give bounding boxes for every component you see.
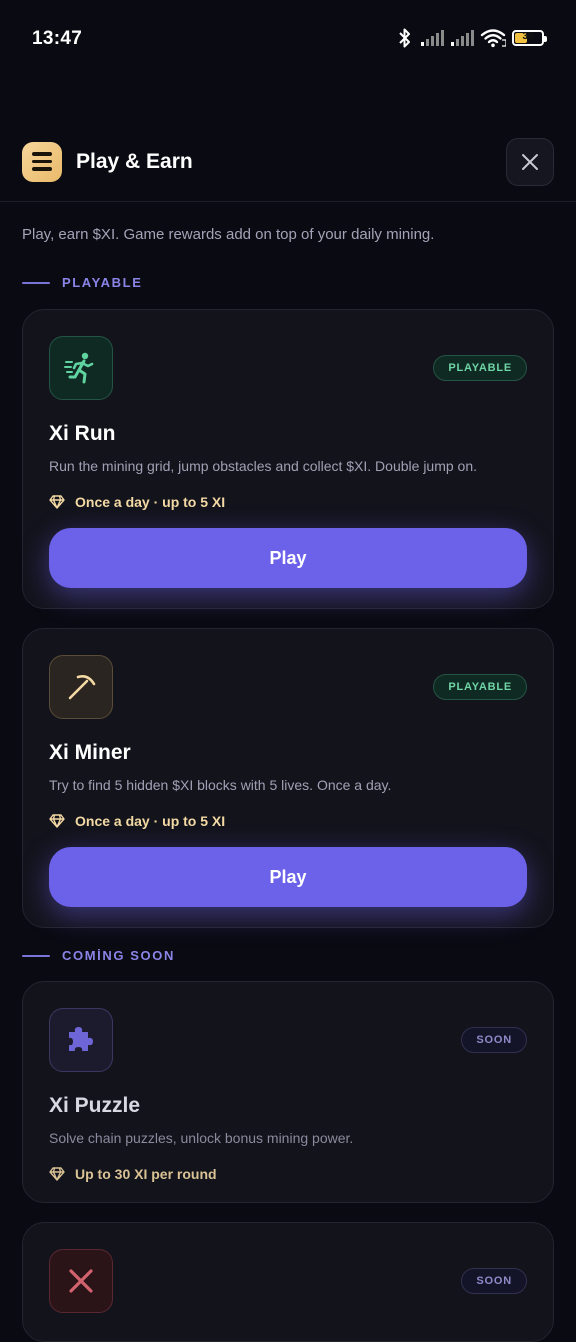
wifi-icon [480,29,506,48]
reward-text: Up to 30 XI per round [75,1166,217,1182]
puzzle-icon [49,1008,113,1072]
battery-icon: 39 [512,30,547,46]
running-person-icon [49,336,113,400]
close-button[interactable] [506,137,554,186]
status-time: 13:47 [32,28,83,49]
intro-text: Play, earn $XI. Game rewards add on top … [22,226,435,243]
battery-level: 39 [522,31,534,42]
play-button[interactable]: Play [49,528,527,588]
status-bar: 13:47 39 [0,0,576,76]
game-card-partial: SOON [22,1222,554,1342]
game-card-xi-miner: PLAYABLE Xi Miner Try to find 5 hidden $… [22,628,554,928]
reward-text: Once a day · up to 5 XI [75,494,226,510]
section-coming-soon: COMİNG SOON [22,948,175,963]
game-card-xi-puzzle: SOON Xi Puzzle Solve chain puzzles, unlo… [22,981,554,1203]
crossed-swords-icon [49,1249,113,1313]
game-reward: Once a day · up to 5 XI [49,813,527,829]
game-title: Xi Puzzle [49,1094,141,1117]
status-badge: SOON [461,1027,527,1053]
section-label: COMİNG SOON [62,948,175,963]
close-icon [522,153,538,170]
game-reward: Up to 30 XI per round [49,1166,527,1182]
diamond-icon [49,495,65,509]
section-label: PLAYABLE [62,275,143,290]
bluetooth-icon [399,28,410,48]
status-badge: PLAYABLE [433,355,527,381]
status-badge: SOON [461,1268,527,1294]
game-description: Try to find 5 hidden $XI blocks with 5 l… [49,777,392,793]
signal-icon [421,30,444,46]
header: Play & Earn [0,122,576,202]
status-badge: PLAYABLE [433,674,527,700]
pickaxe-icon [49,655,113,719]
game-title: Xi Run [49,422,116,445]
status-icons: 39 [396,27,547,49]
diamond-icon [49,1167,65,1181]
game-title: Xi Miner [49,741,131,764]
signal-icon [451,30,474,46]
game-description: Solve chain puzzles, unlock bonus mining… [49,1130,354,1146]
game-description: Run the mining grid, jump obstacles and … [49,458,478,474]
game-reward: Once a day · up to 5 XI [49,494,527,510]
play-button[interactable]: Play [49,847,527,907]
page-title: Play & Earn [76,149,193,173]
section-playable: PLAYABLE [22,275,142,290]
diamond-icon [49,814,65,828]
game-card-xi-run: PLAYABLE Xi Run Run the mining grid, jum… [22,309,554,609]
reward-text: Once a day · up to 5 XI [75,813,226,829]
menu-lines-icon [22,141,62,182]
